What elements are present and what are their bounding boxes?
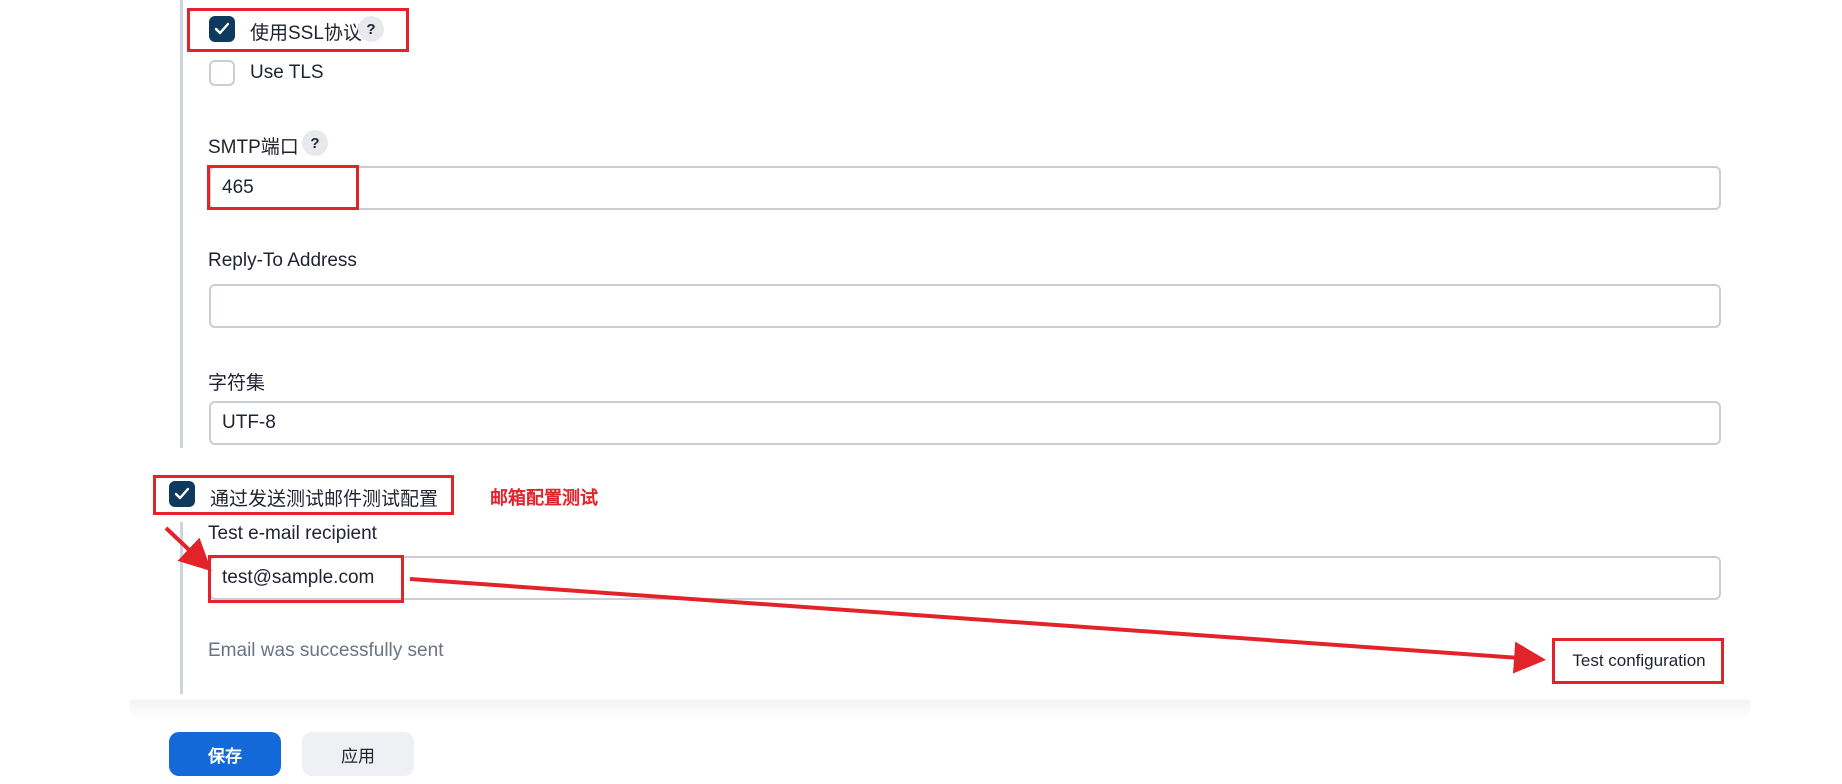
save-button[interactable]: 保存 [169,732,281,776]
ssl-checkbox[interactable] [209,16,235,42]
mail-config-test-annotation: 邮箱配置测试 [490,488,598,508]
footer-divider [130,700,1750,718]
ssl-help-icon[interactable]: ? [358,16,384,42]
apply-button[interactable]: 应用 [302,732,414,776]
send-status-message: Email was successfully sent [208,640,444,661]
test-recipient-input[interactable]: test@sample.com [209,556,1721,600]
test-email-label: 通过发送测试邮件测试配置 [210,489,439,510]
checkmark-icon [174,487,190,500]
smtp-port-label: SMTP端口 [208,137,299,158]
test-recipient-label: Test e-mail recipient [208,523,377,544]
ssl-label: 使用SSL协议 [250,23,362,44]
tls-label: Use TLS [250,62,324,83]
smtp-port-input[interactable]: 465 [209,166,1721,210]
reply-to-label: Reply-To Address [208,250,357,271]
subsection-rule [180,522,183,694]
reply-to-input[interactable] [209,284,1721,328]
smtp-port-help-icon[interactable]: ? [302,130,328,156]
checkmark-icon [214,22,230,35]
tls-checkbox[interactable] [209,60,235,86]
section-rule [180,0,183,448]
charset-input[interactable]: UTF-8 [209,401,1721,445]
annotation-arrow-to-recipient [164,526,212,572]
charset-label: 字符集 [208,373,266,394]
test-email-checkbox[interactable] [169,481,195,507]
test-configuration-button[interactable]: Test configuration [1556,639,1722,683]
